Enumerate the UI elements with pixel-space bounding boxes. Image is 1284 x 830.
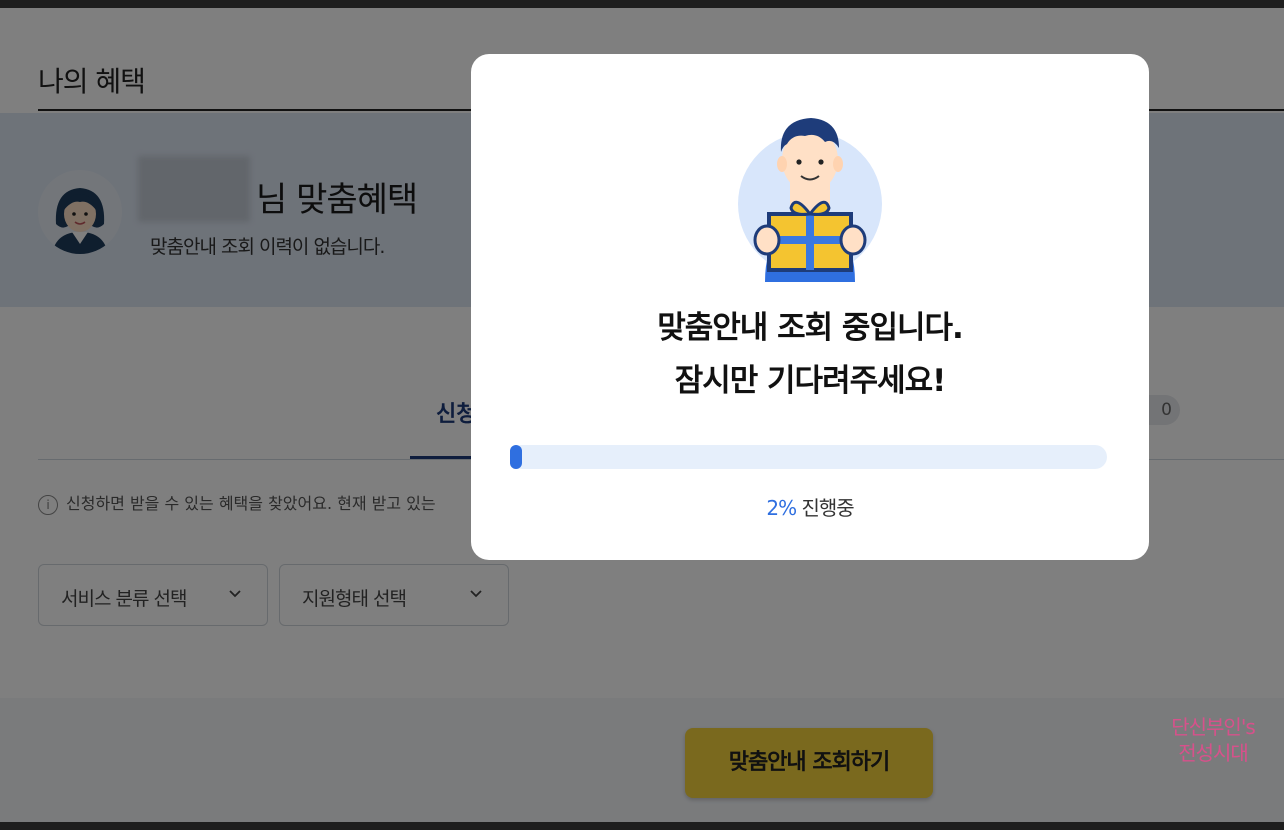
progress-bar-fill: [510, 445, 522, 469]
progress-status: 진행중: [801, 496, 854, 520]
benefits-page: 나의 혜택 님 맞춤혜택 맞춤안내 조회 이력이 없습니다. 신청 0 i신청하…: [0, 8, 1284, 822]
watermark-line2: 전성시대: [1178, 741, 1249, 765]
progress-label: 2% 진행중: [471, 492, 1149, 521]
loading-message: 맞춤안내 조회 중입니다. 잠시만 기다려주세요!: [471, 302, 1149, 408]
loading-message-line2: 잠시만 기다려주세요!: [674, 363, 947, 399]
watermark-line1: 단신부인's: [1171, 715, 1256, 739]
progress-bar: [510, 445, 1107, 469]
watermark: 단신부인's 전성시대: [1158, 714, 1268, 766]
man-holding-gift-icon: [735, 112, 885, 282]
loading-message-line1: 맞춤안내 조회 중입니다.: [657, 310, 964, 346]
progress-percent: 2%: [766, 496, 797, 520]
loading-modal: 맞춤안내 조회 중입니다. 잠시만 기다려주세요! 2% 진행중: [471, 54, 1149, 560]
